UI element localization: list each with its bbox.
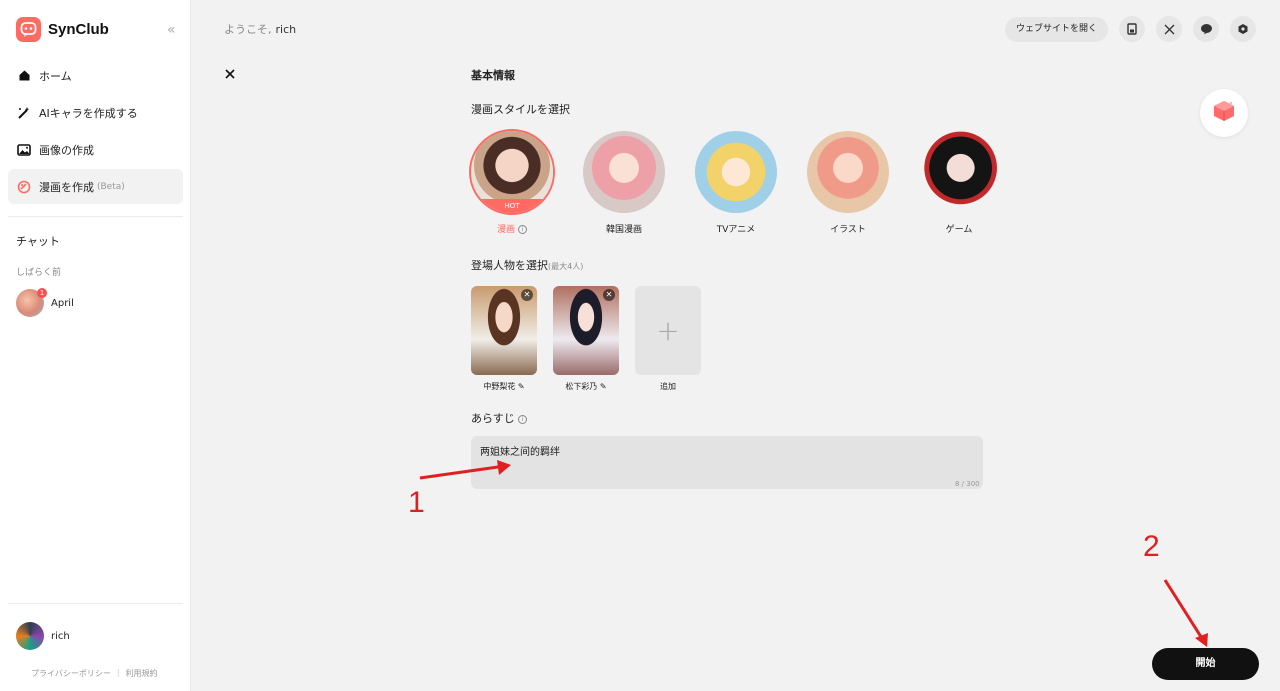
annotation-number-1: 1 (408, 486, 425, 519)
annotation-arrows (419, 460, 1208, 647)
annotation-number-2: 2 (1143, 530, 1160, 563)
